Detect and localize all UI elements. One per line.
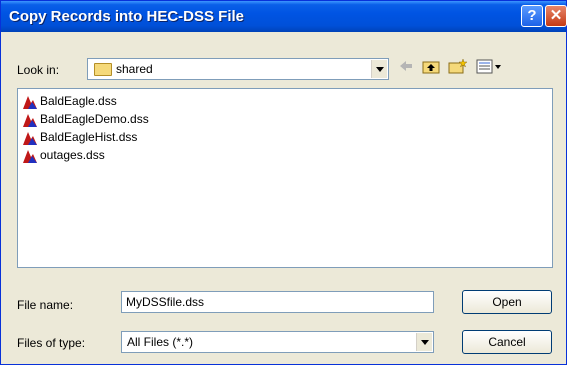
view-menu-icon[interactable] (475, 59, 503, 77)
dss-file-icon (23, 150, 37, 163)
file-name-label: BaldEagleDemo.dss (40, 112, 149, 126)
files-of-type-label: Files of type: (17, 336, 86, 350)
folder-icon (94, 63, 112, 76)
file-name-label: BaldEagle.dss (40, 94, 117, 108)
list-item[interactable]: BaldEagleHist.dss (22, 129, 202, 147)
list-item[interactable]: BaldEagleDemo.dss (22, 111, 202, 129)
chevron-down-icon[interactable] (416, 333, 432, 351)
new-folder-icon[interactable] (447, 58, 469, 77)
dss-file-icon (23, 114, 37, 127)
copy-records-dialog: Copy Records into HEC-DSS File ? ✕ Look … (0, 0, 567, 365)
file-name-label: BaldEagleHist.dss (40, 130, 138, 144)
chevron-down-icon[interactable] (371, 60, 387, 78)
cancel-button[interactable]: Cancel (462, 330, 552, 354)
file-name-label: outages.dss (40, 148, 105, 162)
up-folder-icon[interactable] (421, 59, 441, 77)
close-button[interactable]: ✕ (545, 5, 567, 27)
open-button[interactable]: Open (462, 290, 552, 314)
dialog-title: Copy Records into HEC-DSS File (9, 8, 245, 25)
look-in-label: Look in: (17, 63, 60, 77)
file-name-input[interactable] (121, 291, 434, 313)
file-name-label-static: File name: (17, 298, 74, 312)
list-item[interactable]: outages.dss (22, 147, 202, 165)
look-in-value: shared (116, 62, 153, 76)
dss-file-icon (23, 132, 37, 145)
look-in-dropdown[interactable]: shared (87, 58, 389, 80)
back-icon[interactable] (397, 59, 415, 76)
title-bar[interactable]: Copy Records into HEC-DSS File ? ✕ (1, 1, 567, 32)
list-item[interactable]: BaldEagle.dss (22, 93, 202, 111)
file-list[interactable]: BaldEagle.dss BaldEagleDemo.dss BaldEagl… (17, 88, 553, 268)
files-of-type-dropdown[interactable]: All Files (*.*) (121, 331, 434, 353)
files-of-type-value: All Files (*.*) (127, 335, 194, 349)
dss-file-icon (23, 96, 37, 109)
help-button[interactable]: ? (521, 5, 543, 27)
